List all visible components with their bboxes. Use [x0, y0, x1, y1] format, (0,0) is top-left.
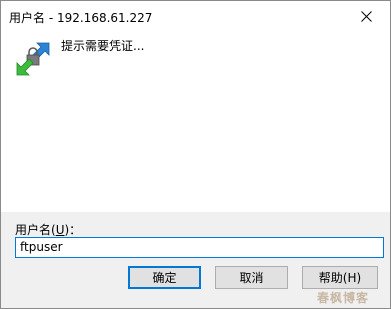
username-label-suffix: )： — [64, 223, 82, 237]
help-button[interactable]: 帮助(H) — [302, 266, 378, 289]
close-button[interactable] — [344, 1, 390, 32]
window-title: 用户名 - 192.168.61.227 — [9, 11, 153, 25]
credentials-prompt: 提示需要凭证... — [61, 39, 145, 53]
watermark-text: 春枫博客 — [317, 291, 370, 305]
title-bar[interactable]: 用户名 - 192.168.61.227 — [1, 1, 390, 32]
username-input[interactable] — [15, 237, 384, 258]
credentials-dialog: 用户名 - 192.168.61.227 提示需要凭证... 用户名(U)： 确… — [0, 0, 391, 309]
close-icon — [361, 11, 372, 22]
username-label-prefix: 用户名( — [15, 223, 56, 237]
ok-button[interactable]: 确定 — [128, 266, 201, 289]
network-transfer-icon — [16, 42, 50, 76]
cancel-button[interactable]: 取消 — [215, 266, 288, 289]
username-label: 用户名(U)： — [15, 221, 81, 238]
dialog-body — [1, 32, 390, 212]
